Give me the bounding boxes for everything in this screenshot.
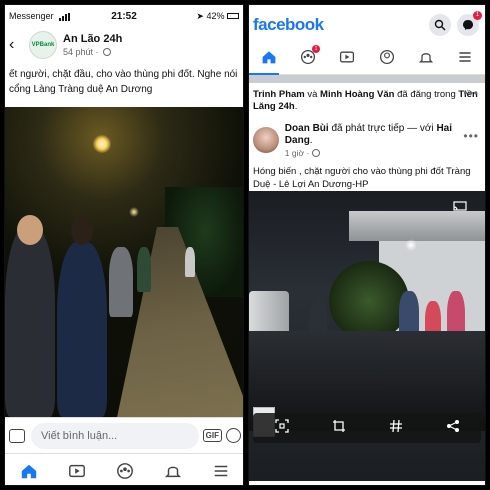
more-options-icon[interactable]: ••• [463, 129, 479, 143]
person-head [71, 217, 93, 245]
video-controls [253, 413, 481, 443]
battery-level: 42% [206, 10, 225, 21]
app-header: facebook 1 [249, 5, 485, 45]
avatar-logo-text: VPBank [31, 42, 55, 48]
post-text-line: cổng Làng Tràng duệ An Dương [9, 84, 153, 95]
cast-icon[interactable] [453, 201, 467, 211]
message-badge: 1 [473, 11, 482, 20]
status-time: 21:52 [111, 10, 137, 22]
friends-badge: 1 [311, 45, 320, 53]
active-tab-indicator [249, 73, 279, 75]
status-bar: Messenger 21:52 ➤ 42% [5, 5, 243, 27]
distant-lamp [129, 207, 139, 217]
home-icon[interactable] [18, 460, 40, 482]
watch-icon[interactable] [339, 49, 355, 70]
location-icon: ➤ [196, 10, 204, 21]
avatar[interactable] [253, 127, 279, 153]
post-time: 54 phút [63, 47, 94, 57]
comment-input[interactable]: Viết bình luận... [31, 422, 199, 449]
groups-icon[interactable] [114, 460, 136, 482]
more-options-icon[interactable]: ••• [463, 87, 479, 99]
divider [249, 75, 485, 83]
person [137, 247, 151, 292]
sharer-name[interactable]: Trinh Pham [253, 89, 305, 100]
post-header: ‹ VPBank An Lão 24h 54 phút · [9, 31, 123, 59]
ceiling-light [405, 239, 417, 251]
menu-icon[interactable] [210, 460, 232, 482]
post-text: ết người, chặt đầu, cho vào thùng phi đố… [5, 63, 243, 107]
video-icon[interactable] [66, 460, 88, 482]
post-time: 1 giờ [284, 147, 305, 158]
person [5, 227, 55, 417]
left-screenshot: Messenger 21:52 ➤ 42% ‹ VPBank An Lão 24… [4, 4, 244, 486]
post-header: Doan Bùi đã phát trực tiếp — với Hai Dan… [249, 121, 485, 159]
facebook-logo[interactable]: facebook [253, 15, 423, 35]
globe-icon [311, 148, 320, 157]
camera-icon[interactable] [9, 428, 25, 443]
post-photo[interactable] [5, 107, 243, 417]
back-arrow-icon[interactable]: ‹ [9, 36, 25, 54]
battery-icon [227, 12, 240, 19]
scan-icon[interactable] [274, 418, 289, 438]
share-icon[interactable] [446, 419, 460, 438]
person [109, 247, 133, 317]
shared-header: Trinh Pham và Minh Hoàng Văn đã đăng tro… [253, 86, 479, 112]
person [185, 247, 195, 277]
post-text-line: ết người, chặt đầu, cho vào thùng phi đố… [9, 69, 238, 80]
profile-icon[interactable] [379, 49, 395, 70]
page-avatar[interactable]: VPBank [29, 31, 57, 59]
search-icon[interactable] [429, 14, 451, 36]
crop-rotate-icon[interactable] [332, 419, 346, 438]
person [57, 242, 107, 417]
carrier-label: Messenger [9, 11, 54, 21]
signal-icon [59, 11, 71, 21]
friends-icon[interactable]: 1 [300, 45, 320, 70]
person-head [17, 215, 43, 245]
top-nav: 1 [249, 45, 485, 75]
menu-icon[interactable] [457, 49, 473, 70]
messenger-icon[interactable]: 1 [457, 11, 482, 36]
author-name[interactable]: Doan Bùi [285, 123, 329, 134]
comment-bar: Viết bình luận... GIF [5, 417, 243, 453]
globe-icon [103, 48, 112, 56]
home-icon[interactable] [261, 49, 277, 70]
page-name[interactable]: An Lão 24h [63, 33, 122, 45]
street-lamp [93, 135, 111, 153]
gif-button[interactable]: GIF [202, 429, 222, 442]
right-screenshot: facebook 1 1 Trinh Pham và Minh Hoàng Vă… [248, 4, 486, 486]
bell-icon[interactable] [418, 49, 434, 70]
bottom-tab-bar [5, 453, 243, 485]
hashtag-icon[interactable] [389, 419, 403, 438]
awning [349, 211, 485, 241]
tree [329, 261, 409, 341]
sharer-name[interactable]: Minh Hoàng Văn [320, 89, 394, 100]
emoji-icon[interactable] [226, 428, 241, 443]
bell-icon[interactable] [162, 460, 184, 482]
